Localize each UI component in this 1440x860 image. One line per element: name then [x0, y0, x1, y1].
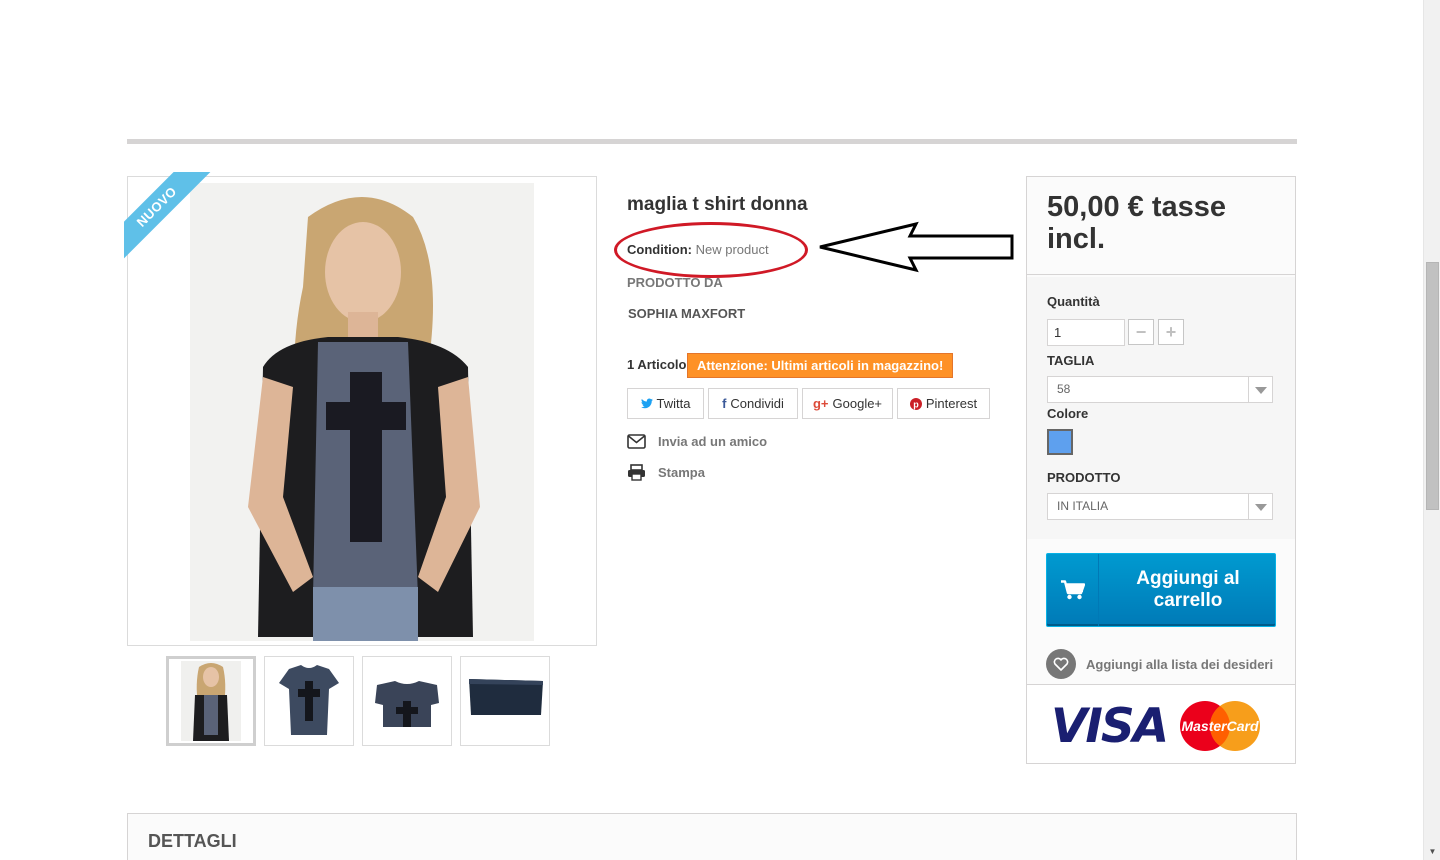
- thumbnail-image: [279, 665, 339, 735]
- pinterest-share-button[interactable]: p Pinterest: [897, 388, 990, 419]
- facebook-share-button[interactable]: f Condividi: [708, 388, 798, 419]
- pinterest-icon: p: [909, 397, 922, 410]
- thumbnail-image: [181, 661, 241, 741]
- price-block: 50,00 € tasse incl.: [1027, 177, 1295, 275]
- thumbnail-4[interactable]: [460, 656, 550, 746]
- printer-icon: [628, 464, 645, 481]
- add-to-wishlist-link[interactable]: Aggiungi alla lista dei desideri: [1046, 649, 1273, 679]
- stock-warning-badge: Attenzione: Ultimi articoli in magazzino…: [687, 353, 954, 378]
- product-option-value: IN ITALIA: [1057, 499, 1109, 513]
- thumbnail-image: [375, 681, 439, 727]
- twitter-label: Twitta: [656, 396, 691, 411]
- annotation-ellipse: [614, 222, 808, 278]
- twitter-icon: [640, 398, 653, 409]
- send-to-friend-label: Invia ad un amico: [658, 434, 768, 449]
- send-to-friend-link[interactable]: Invia ad un amico: [627, 434, 767, 449]
- product-option-label: PRODOTTO: [1047, 470, 1121, 485]
- payment-logos: VISA MasterCard: [1027, 684, 1295, 763]
- brand-name[interactable]: SOPHIA MAXFORT: [628, 306, 745, 321]
- header-divider: [127, 139, 1297, 144]
- pinterest-label: Pinterest: [925, 396, 978, 411]
- mastercard-logo: MasterCard: [1180, 701, 1260, 751]
- visa-logo: VISA: [1051, 699, 1169, 754]
- ribbon-label: NUOVO: [124, 172, 213, 262]
- buy-box: 50,00 € tasse incl. Quantità 1 − + TAGLI…: [1026, 176, 1296, 764]
- envelope-icon: [627, 434, 646, 449]
- svg-text:MasterCard: MasterCard: [1181, 718, 1258, 734]
- color-label: Colore: [1047, 406, 1089, 421]
- cart-icon-container: [1047, 554, 1099, 626]
- details-section: DETTAGLI: [127, 813, 1297, 860]
- annotation-arrow-icon: [819, 221, 1014, 273]
- googleplus-icon: g+: [812, 396, 829, 411]
- details-title: DETTAGLI: [148, 831, 237, 851]
- brand-label: PRODOTTO DA: [627, 275, 723, 290]
- thumbnail-2[interactable]: [264, 656, 354, 746]
- product-option-select[interactable]: IN ITALIA: [1047, 493, 1273, 520]
- add-to-cart-button[interactable]: Aggiungi al carrello: [1046, 553, 1276, 627]
- add-to-cart-label: Aggiungi al carrello: [1136, 568, 1240, 611]
- thumbnail-3[interactable]: [362, 656, 452, 746]
- color-swatch[interactable]: [1047, 429, 1073, 455]
- print-label: Stampa: [658, 465, 705, 480]
- stock-quantity: 1 Articolo: [627, 357, 687, 372]
- heart-icon: [1046, 649, 1076, 679]
- googleplus-label: Google+: [832, 396, 883, 411]
- facebook-label: Condividi: [730, 396, 784, 411]
- quantity-increase-button[interactable]: +: [1158, 319, 1184, 345]
- product-title: maglia t shirt donna: [627, 194, 808, 215]
- chevron-down-icon: [1248, 377, 1272, 402]
- wishlist-label: Aggiungi alla lista dei desideri: [1086, 656, 1274, 672]
- thumbnail-image: [469, 679, 543, 715]
- quantity-label: Quantità: [1047, 294, 1100, 309]
- new-product-ribbon: NUOVO: [124, 172, 214, 262]
- googleplus-share-button[interactable]: g+ Google+: [802, 388, 893, 419]
- vertical-scrollbar[interactable]: ▼: [1423, 0, 1440, 860]
- size-label: TAGLIA: [1047, 353, 1095, 368]
- chevron-down-icon: [1248, 494, 1272, 519]
- quantity-input[interactable]: 1: [1047, 319, 1125, 346]
- facebook-icon: f: [722, 396, 727, 411]
- scroll-down-arrow[interactable]: ▼: [1424, 843, 1440, 860]
- size-value: 58: [1057, 382, 1071, 396]
- shopping-cart-icon: [1060, 580, 1085, 600]
- print-link[interactable]: Stampa: [627, 464, 705, 481]
- scrollbar-thumb[interactable]: [1426, 262, 1439, 510]
- svg-text:p: p: [913, 399, 919, 409]
- size-select[interactable]: 58: [1047, 376, 1273, 403]
- twitter-share-button[interactable]: Twitta: [627, 388, 704, 419]
- product-price: 50,00 € tasse incl.: [1047, 191, 1226, 255]
- quantity-decrease-button[interactable]: −: [1128, 319, 1154, 345]
- thumbnail-1[interactable]: [166, 656, 256, 746]
